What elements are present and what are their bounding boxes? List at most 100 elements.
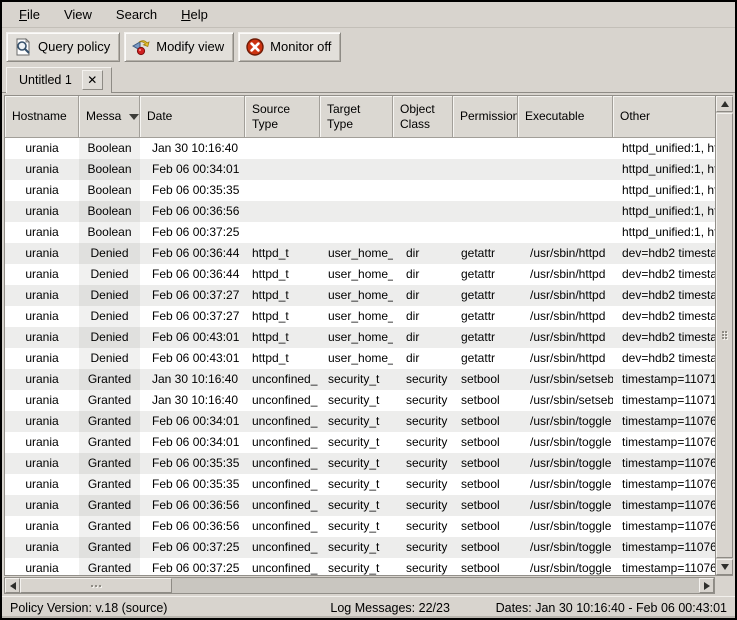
cell-permission: setbool [453,474,518,495]
table-row[interactable]: uraniaBooleanFeb 06 00:37:25httpd_unifie… [5,222,715,243]
scroll-left-button[interactable] [5,578,20,593]
vertical-scrollbar-thumb[interactable] [716,113,733,558]
horizontal-scrollbar[interactable] [4,577,715,594]
cell-hostname: urania [5,348,79,369]
cell-permission [453,159,518,180]
table-row[interactable]: uraniaGrantedFeb 06 00:34:01unconfined_s… [5,411,715,432]
table-row[interactable]: uraniaDeniedFeb 06 00:37:27httpd_tuser_h… [5,285,715,306]
cell-target-type: user_home_ [320,348,393,369]
horizontal-scrollbar-thumb[interactable] [20,578,172,593]
cell-source-type [245,222,320,243]
cell-executable: /usr/sbin/toggle [518,474,613,495]
cell-other: dev=hdb2 timestam [613,327,715,348]
cell-source-type: unconfined_ [245,390,320,411]
cell-permission: setbool [453,495,518,516]
column-header-other[interactable]: Other [613,96,715,138]
cell-target-type [320,180,393,201]
table-row[interactable]: uraniaDeniedFeb 06 00:36:44httpd_tuser_h… [5,243,715,264]
table-row[interactable]: uraniaGrantedFeb 06 00:34:01unconfined_s… [5,432,715,453]
vertical-scrollbar[interactable] [715,96,733,575]
table-row[interactable]: uraniaGrantedJan 30 10:16:40unconfined_s… [5,390,715,411]
cell-target-type: security_t [320,558,393,575]
column-header-permission[interactable]: Permission [453,96,518,138]
cell-source-type: unconfined_ [245,537,320,558]
table-row[interactable]: uraniaGrantedFeb 06 00:36:56unconfined_s… [5,516,715,537]
thumb-grip [91,585,101,587]
cell-target-type: security_t [320,453,393,474]
cell-date: Feb 06 00:35:35 [140,453,245,474]
menu-view[interactable]: View [53,4,103,25]
horizontal-scrollbar-trough[interactable] [20,578,699,593]
column-header-hostname[interactable]: Hostname [5,96,79,138]
table-row[interactable]: uraniaGrantedFeb 06 00:37:25unconfined_s… [5,558,715,575]
cell-source-type [245,159,320,180]
table-header-row: Hostname Messa Date Source Type Target T… [5,96,715,138]
scroll-down-button[interactable] [716,559,733,575]
vertical-scrollbar-trough[interactable] [716,112,733,559]
cell-target-type [320,159,393,180]
cell-hostname: urania [5,390,79,411]
cell-executable: /usr/sbin/httpd [518,264,613,285]
cell-messa: Denied [79,243,140,264]
cell-source-type: unconfined_ [245,558,320,575]
cell-messa: Boolean [79,159,140,180]
column-header-source-type[interactable]: Source Type [245,96,320,138]
cell-permission: getattr [453,306,518,327]
cell-source-type: httpd_t [245,327,320,348]
tab-untitled-1[interactable]: Untitled 1 ✕ [6,67,112,93]
menu-file[interactable]: File [8,4,51,25]
cell-date: Feb 06 00:37:27 [140,285,245,306]
cell-permission: setbool [453,432,518,453]
cell-date: Feb 06 00:43:01 [140,348,245,369]
table-row[interactable]: uraniaDeniedFeb 06 00:36:44httpd_tuser_h… [5,264,715,285]
table-row[interactable]: uraniaDeniedFeb 06 00:43:01httpd_tuser_h… [5,348,715,369]
table-row[interactable]: uraniaGrantedFeb 06 00:35:35unconfined_s… [5,474,715,495]
cell-object-class [393,180,453,201]
query-policy-button[interactable]: Query policy [6,32,120,62]
cell-hostname: urania [5,264,79,285]
menu-search[interactable]: Search [105,4,168,25]
monitor-off-button[interactable]: Monitor off [238,32,341,62]
scroll-right-button[interactable] [699,578,714,593]
down-arrow-icon [721,564,729,570]
cell-source-type: unconfined_ [245,516,320,537]
cell-hostname: urania [5,432,79,453]
cell-messa: Granted [79,390,140,411]
column-header-executable[interactable]: Executable [518,96,613,138]
table-body: uraniaBooleanJan 30 10:16:40httpd_unifie… [5,138,715,575]
cell-permission [453,222,518,243]
table-row[interactable]: uraniaBooleanFeb 06 00:34:01httpd_unifie… [5,159,715,180]
menu-help[interactable]: Help [170,4,219,25]
table-row[interactable]: uraniaGrantedJan 30 10:16:40unconfined_s… [5,369,715,390]
cell-messa: Granted [79,516,140,537]
modify-view-label: Modify view [156,39,224,54]
cell-permission [453,180,518,201]
column-header-date[interactable]: Date [140,96,245,138]
cell-object-class: security [393,432,453,453]
query-policy-label: Query policy [38,39,110,54]
cell-hostname: urania [5,411,79,432]
column-header-message[interactable]: Messa [79,96,140,138]
scroll-up-button[interactable] [716,96,733,112]
cell-executable: /usr/sbin/toggle [518,537,613,558]
column-header-object-class[interactable]: Object Class [393,96,453,138]
cell-date: Feb 06 00:34:01 [140,432,245,453]
table-row[interactable]: uraniaBooleanFeb 06 00:36:56httpd_unifie… [5,201,715,222]
menubar: File View Search Help [2,2,735,28]
table-row[interactable]: uraniaGrantedFeb 06 00:37:25unconfined_s… [5,537,715,558]
cell-object-class: dir [393,327,453,348]
column-header-label: Executable [525,109,584,124]
column-header-target-type[interactable]: Target Type [320,96,393,138]
tab-close-button[interactable]: ✕ [82,70,103,90]
cell-executable: /usr/sbin/toggle [518,516,613,537]
table-row[interactable]: uraniaDeniedFeb 06 00:43:01httpd_tuser_h… [5,327,715,348]
column-header-label: Hostname [12,109,67,124]
modify-view-button[interactable]: Modify view [124,32,234,62]
table-row[interactable]: uraniaBooleanFeb 06 00:35:35httpd_unifie… [5,180,715,201]
cell-target-type: user_home_ [320,327,393,348]
table-row[interactable]: uraniaGrantedFeb 06 00:35:35unconfined_s… [5,453,715,474]
table-row[interactable]: uraniaDeniedFeb 06 00:37:27httpd_tuser_h… [5,306,715,327]
table-row[interactable]: uraniaGrantedFeb 06 00:36:56unconfined_s… [5,495,715,516]
table-row[interactable]: uraniaBooleanJan 30 10:16:40httpd_unifie… [5,138,715,159]
column-header-label: Source Type [252,102,315,132]
